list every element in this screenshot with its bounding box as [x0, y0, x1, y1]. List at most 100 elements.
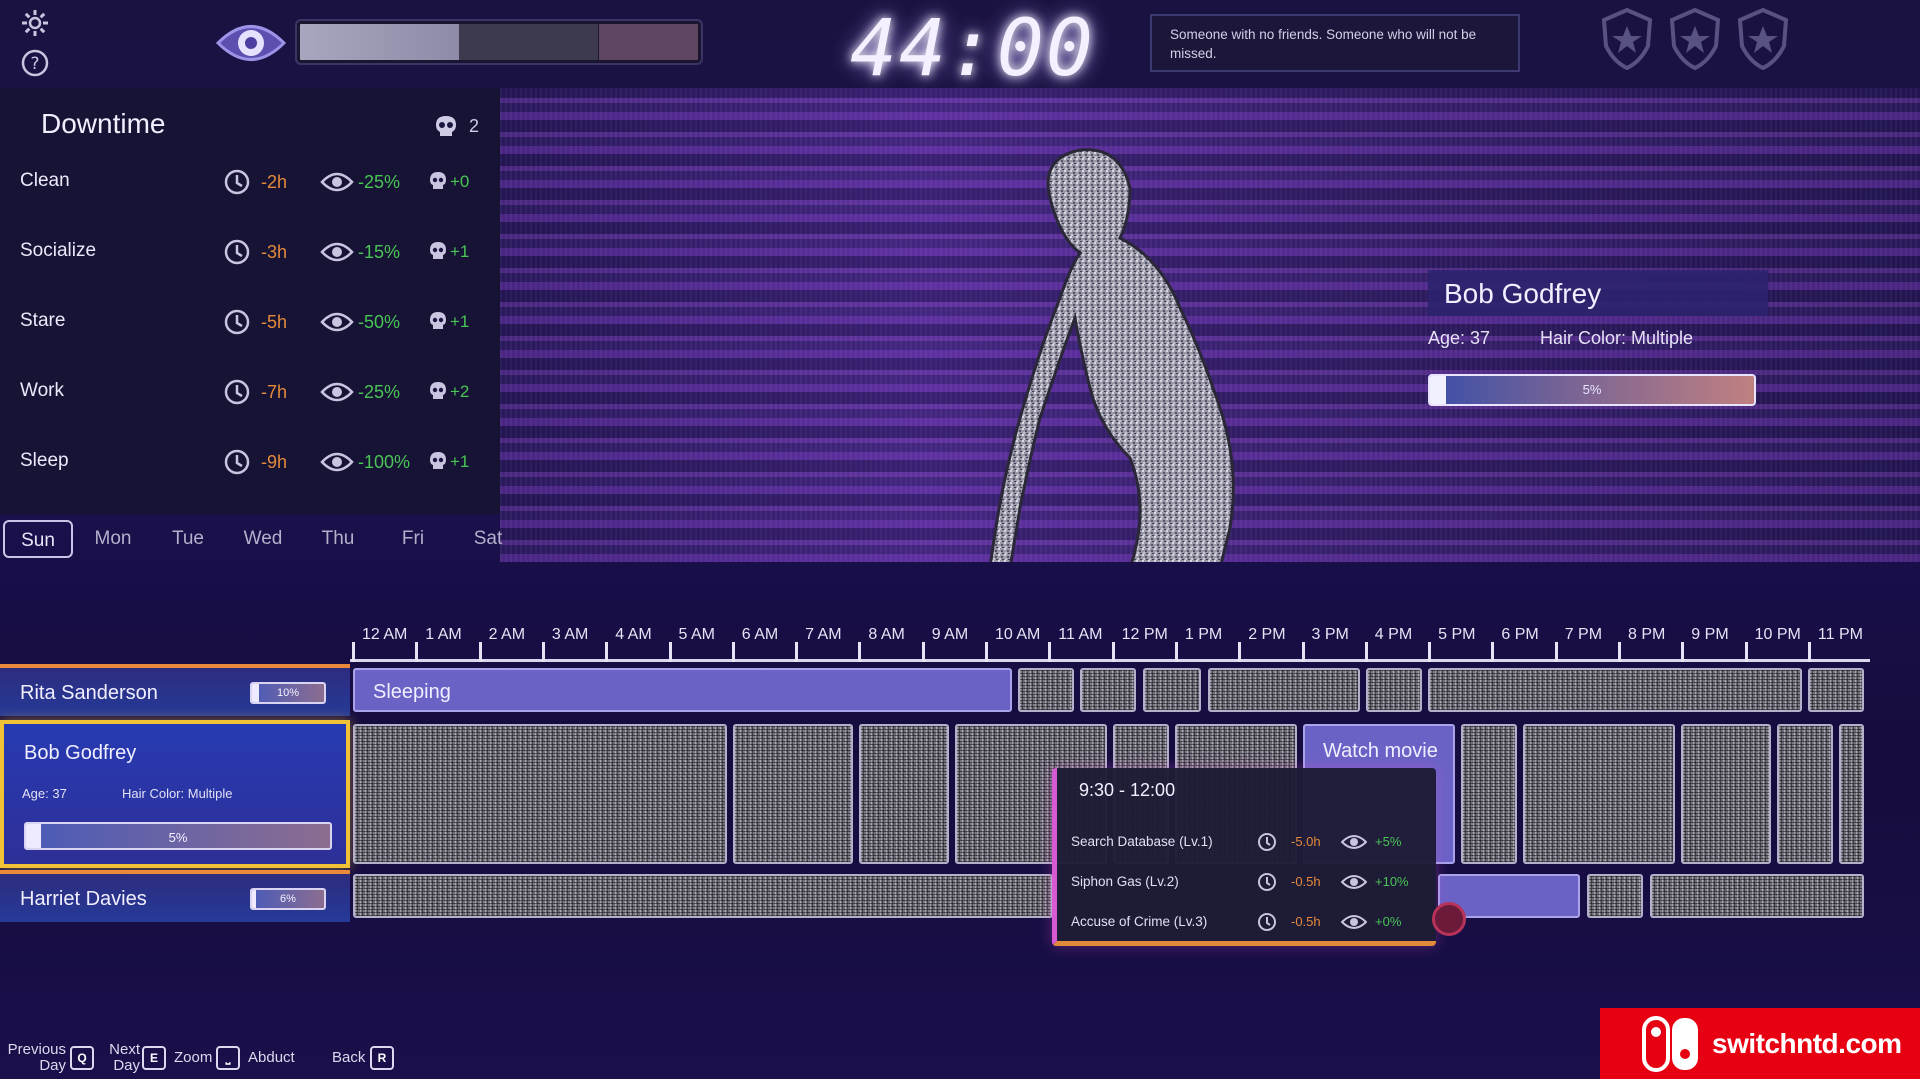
skull-icon	[430, 452, 446, 469]
tooltip-action-row[interactable]: Accuse of Crime (Lv.3) -0.5h +0%	[1071, 908, 1431, 936]
hour-tick	[1681, 642, 1685, 662]
action-time-cost: -5.0h	[1291, 834, 1321, 849]
zoom-key-icon[interactable]: ⎵	[216, 1046, 240, 1070]
person-row-bob-godfrey[interactable]: Bob Godfrey Age: 37 Hair Color: Multiple…	[0, 720, 350, 868]
back-key[interactable]: R	[370, 1046, 394, 1070]
schedule-block-unknown[interactable]	[1428, 668, 1802, 712]
schedule-block-unknown[interactable]	[1018, 668, 1074, 712]
tooltip-action-row[interactable]: Siphon Gas (Lv.2) -0.5h +10%	[1071, 868, 1431, 896]
activity-row-sleep[interactable]: Sleep -9h -100% +1	[0, 438, 500, 488]
activity-visibility: -25%	[358, 382, 401, 402]
schedule-block-unknown[interactable]	[1366, 668, 1422, 712]
activity-name: Work	[20, 380, 64, 401]
hour-tick	[1238, 642, 1242, 662]
activity-time-cost: -5h	[261, 312, 288, 332]
eye-icon	[1341, 915, 1367, 929]
hour-label: 4 AM	[615, 626, 652, 643]
block-label: Sleeping	[373, 681, 451, 703]
tooltip-time-range: 9:30 - 12:00	[1079, 780, 1176, 800]
tab-thu[interactable]: Thu	[303, 520, 373, 558]
activity-row-socialize[interactable]: Socialize -3h -15% +1	[0, 228, 500, 278]
schedule-block-unknown[interactable]	[1839, 724, 1864, 864]
surveillance-scene: Bob Godfrey Age: 37 Hair Color: Multiple…	[500, 88, 1920, 562]
tab-wed[interactable]: Wed	[228, 520, 298, 558]
schedule-block-unknown[interactable]	[1523, 724, 1675, 864]
clock-icon	[224, 379, 250, 405]
schedule-block-sleeping[interactable]: Sleeping	[353, 668, 1012, 712]
person-suspicion-bar: 10%	[250, 682, 326, 704]
schedule-block-unknown[interactable]	[1808, 668, 1864, 712]
action-name: Search Database (Lv.1)	[1071, 834, 1213, 849]
hour-label: 7 AM	[805, 626, 842, 643]
activity-visibility: -25%	[358, 172, 401, 192]
schedule-block-unknown[interactable]	[1587, 874, 1643, 918]
schedule-block-unknown[interactable]	[1461, 724, 1517, 864]
eye-icon	[320, 312, 354, 332]
activity-visibility: -100%	[358, 452, 411, 472]
schedule-block-unknown[interactable]	[1080, 668, 1136, 712]
schedule-block-unknown[interactable]	[1777, 724, 1833, 864]
police-badge-icon	[1737, 8, 1789, 70]
meter-light-fill	[300, 24, 460, 60]
activity-row-stare[interactable]: Stare -5h -50% +1	[0, 298, 500, 348]
person-age: Age: 37	[22, 786, 67, 801]
crime-count-value: 2	[469, 116, 480, 136]
tab-mon[interactable]: Mon	[78, 520, 148, 558]
action-time-cost: -0.5h	[1291, 874, 1321, 889]
hour-label: 3 AM	[551, 626, 589, 643]
tab-fri[interactable]: Fri	[378, 520, 448, 558]
downtime-panel: Downtime 2 Clean -2h -25% +0 Socialize -3h -15…	[0, 88, 500, 514]
tooltip-action-row[interactable]: Search Database (Lv.1) -5.0h +5%	[1071, 828, 1431, 856]
next-day-key[interactable]: E	[142, 1046, 166, 1070]
tab-tue[interactable]: Tue	[153, 520, 223, 558]
eye-icon	[320, 452, 354, 472]
prev-day-key[interactable]: Q	[70, 1046, 94, 1070]
activity-crime: +0	[450, 172, 470, 191]
profile-age: Age: 37	[1428, 328, 1491, 348]
clock-icon	[1258, 833, 1276, 851]
schedule-block-unknown[interactable]	[859, 724, 949, 864]
schedule-block-unknown[interactable]	[1681, 724, 1771, 864]
schedule-block-unknown[interactable]	[1650, 874, 1864, 918]
clock-icon	[224, 449, 250, 475]
person-silhouette	[989, 148, 1235, 562]
schedule-block-unknown[interactable]	[353, 724, 727, 864]
switch-logo-icon	[1642, 1016, 1698, 1072]
action-visibility: +10%	[1375, 874, 1409, 889]
hour-tick	[1048, 642, 1052, 662]
person-name: Bob Godfrey	[24, 742, 137, 764]
block-label: Watch movie	[1323, 740, 1438, 762]
hour-label: 12 AM	[362, 626, 408, 643]
person-row-rita-sanderson[interactable]: Rita Sanderson 10%	[0, 664, 350, 716]
help-question-icon[interactable]: ?	[20, 48, 50, 78]
activity-row-clean[interactable]: Clean -2h -25% +0	[0, 158, 500, 208]
clock-icon	[1258, 873, 1276, 891]
visibility-eye-icon	[215, 18, 287, 68]
activity-time-cost: -7h	[261, 382, 288, 402]
profile-suspicion-bar: 5%	[1428, 374, 1756, 406]
schedule-block-unknown[interactable]	[1208, 668, 1360, 712]
hour-tick	[921, 642, 925, 662]
tab-sun[interactable]: Sun	[3, 520, 73, 558]
crime-marker-icon[interactable]	[1432, 902, 1466, 936]
hour-label: 2 PM	[1248, 626, 1286, 643]
profile-suspicion-label: 5%	[1582, 382, 1602, 397]
tab-sat[interactable]: Sat	[453, 520, 523, 558]
action-tooltip: 9:30 - 12:00 Search Database (Lv.1) -5.0h…	[1052, 768, 1436, 946]
schedule-block-unknown[interactable]	[353, 874, 1053, 918]
meter-alert-fill	[598, 24, 698, 60]
schedule-block-unknown[interactable]	[733, 724, 853, 864]
activity-visibility: -15%	[358, 242, 401, 262]
hour-tick	[985, 642, 988, 662]
hour-label: 7 PM	[1564, 626, 1603, 643]
hour-tick	[668, 642, 672, 662]
activity-name: Stare	[20, 310, 66, 331]
action-name: Accuse of Crime (Lv.3)	[1071, 914, 1208, 929]
activity-row-work[interactable]: Work -7h -25% +2	[0, 368, 500, 418]
schedule-block-unknown[interactable]	[1143, 668, 1201, 712]
settings-gear-icon[interactable]	[20, 8, 50, 38]
hour-label: 10 PM	[1754, 626, 1801, 643]
hour-label: 11 AM	[1058, 626, 1103, 643]
hour-tick	[1428, 642, 1432, 662]
person-row-harriet-davies[interactable]: Harriet Davies 6%	[0, 870, 350, 922]
